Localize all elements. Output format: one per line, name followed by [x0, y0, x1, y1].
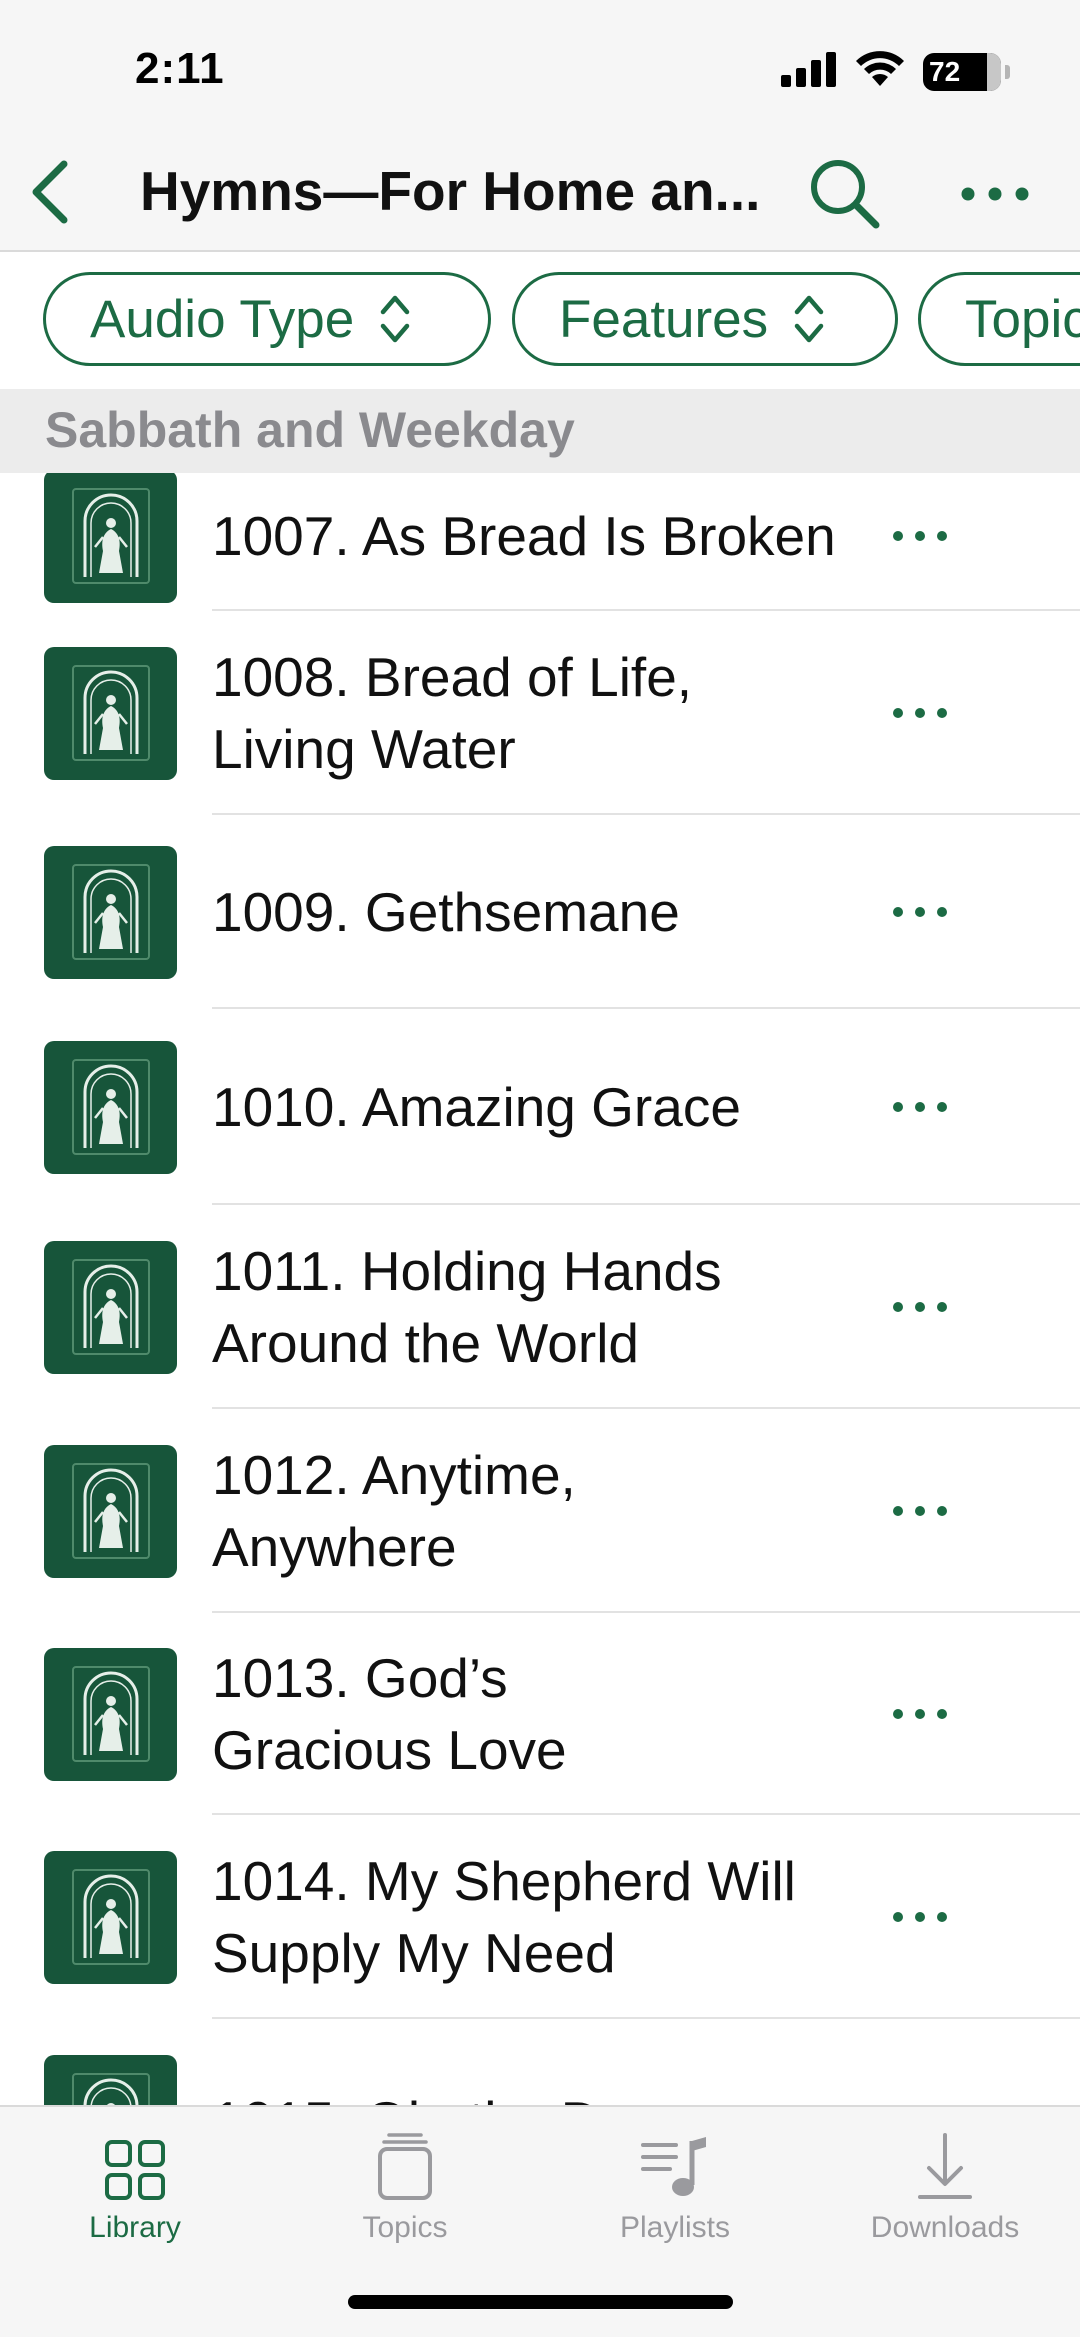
- hymn-list: 1007. As Bread Is Broken 1008. Bread of L…: [0, 473, 1080, 2105]
- grid-icon: [105, 2140, 165, 2200]
- hymn-more-button[interactable]: [880, 1267, 960, 1347]
- filter-audio-type[interactable]: Audio Type: [43, 272, 491, 366]
- hymn-thumbnail: [44, 1850, 177, 1984]
- hymn-title-line: Around the World: [212, 1312, 640, 1374]
- status-bar: 2:11 72: [0, 0, 1080, 140]
- hymn-title: 1013. God’s Gracious Love: [212, 1642, 852, 1786]
- navigation-bar: Hymns—For Home an...: [0, 140, 1080, 252]
- hymn-thumbnail: [44, 1040, 177, 1174]
- chevron-up-down-icon: [380, 290, 410, 348]
- chevron-up-down-icon: [794, 290, 824, 348]
- hymn-title-line: 1011. Holding Hands: [212, 1240, 722, 1302]
- battery-level: 72: [929, 55, 961, 87]
- filter-label: Topics: [965, 289, 1080, 349]
- ellipsis-icon: [893, 1102, 947, 1112]
- hymn-row[interactable]: 1010. Amazing Grace: [0, 1009, 1080, 1205]
- hymn-title: 1015. Oh, the Deep: [212, 2085, 852, 2105]
- hymn-more-button[interactable]: [880, 1674, 960, 1754]
- tab-label: Topics: [362, 2211, 448, 2244]
- hymn-title-line: Anywhere: [212, 1516, 457, 1578]
- filter-label: Audio Type: [90, 289, 355, 349]
- filter-label: Features: [559, 289, 769, 349]
- hymn-title-line: 1008. Bread of Life,: [212, 646, 693, 708]
- hymn-more-button[interactable]: [880, 872, 960, 952]
- ellipsis-icon: [893, 1506, 947, 1516]
- ellipsis-icon: [893, 708, 947, 718]
- more-options-button[interactable]: [955, 154, 1035, 234]
- hymn-title: 1011. Holding Hands Around the World: [212, 1235, 852, 1379]
- ellipsis-icon: [893, 1302, 947, 1312]
- status-time: 2:11: [135, 44, 225, 93]
- hymn-row[interactable]: 1013. God’s Gracious Love: [0, 1613, 1080, 1815]
- battery-icon: 72: [923, 52, 1001, 91]
- chevron-left-icon: [32, 160, 68, 224]
- hymn-thumbnail: [44, 845, 177, 979]
- download-icon: [918, 2133, 972, 2199]
- hymn-title: 1008. Bread of Life, Living Water: [212, 641, 852, 785]
- hymn-title-line: 1014. My Shepherd Will: [212, 1850, 796, 1912]
- ellipsis-icon: [893, 907, 947, 917]
- tab-library[interactable]: Library: [35, 2121, 235, 2261]
- stack-icon: [378, 2133, 432, 2200]
- hymn-more-button[interactable]: [880, 1067, 960, 1147]
- ellipsis-icon: [893, 1912, 947, 1922]
- hymn-thumbnail: [44, 1444, 177, 1578]
- page-title: Hymns—For Home an...: [140, 160, 761, 222]
- hymn-row[interactable]: 1014. My Shepherd Will Supply My Need: [0, 1815, 1080, 2019]
- hymn-row[interactable]: 1009. Gethsemane: [0, 815, 1080, 1009]
- hymn-thumbnail: [44, 2054, 177, 2105]
- section-title: Sabbath and Weekday: [45, 402, 575, 458]
- hymn-title: 1014. My Shepherd Will Supply My Need: [212, 1845, 852, 1989]
- hymn-thumbnail: [44, 1240, 177, 1374]
- tab-label: Playlists: [619, 2211, 731, 2244]
- search-button[interactable]: [805, 154, 885, 234]
- hymn-title-line: 1009. Gethsemane: [212, 881, 680, 943]
- hymn-thumbnail: [44, 1647, 177, 1781]
- tab-label: Library: [89, 2211, 181, 2244]
- hymn-title: 1012. Anytime, Anywhere: [212, 1439, 852, 1583]
- filter-features[interactable]: Features: [512, 272, 898, 366]
- hymn-more-button[interactable]: [880, 1877, 960, 1957]
- ellipsis-icon: [961, 187, 1029, 201]
- section-header: Sabbath and Weekday: [0, 389, 1080, 473]
- ellipsis-icon: [893, 531, 947, 541]
- hymn-thumbnail: [44, 473, 177, 603]
- hymn-row[interactable]: 1007. As Bread Is Broken: [0, 473, 1080, 611]
- tab-label: Downloads: [870, 2211, 1020, 2244]
- hymn-title-line: 1013. God’s: [212, 1647, 508, 1709]
- hymn-more-button[interactable]: [880, 1471, 960, 1551]
- hymn-title-line: Living Water: [212, 718, 516, 780]
- tab-playlists[interactable]: Playlists: [575, 2121, 775, 2261]
- home-indicator: [348, 2295, 733, 2309]
- hymn-title-line: Supply My Need: [212, 1922, 616, 1984]
- hymn-more-button[interactable]: [880, 673, 960, 753]
- hymn-row[interactable]: 1012. Anytime, Anywhere: [0, 1409, 1080, 1613]
- hymn-more-button[interactable]: [880, 2081, 960, 2105]
- status-icons: 72: [781, 50, 1010, 93]
- hymn-title: 1007. As Bread Is Broken: [212, 500, 852, 572]
- hymn-thumbnail: [44, 646, 177, 780]
- hymn-title-line: Gracious Love: [212, 1719, 567, 1781]
- hymn-title-line: 1010. Amazing Grace: [212, 1076, 741, 1138]
- hymn-title: 1010. Amazing Grace: [212, 1071, 852, 1143]
- music-list-icon: [641, 2137, 706, 2196]
- hymn-row[interactable]: 1011. Holding Hands Around the World: [0, 1205, 1080, 1409]
- signal-icon: [781, 51, 837, 92]
- hymn-row[interactable]: 1008. Bread of Life, Living Water: [0, 611, 1080, 815]
- search-icon: [811, 160, 880, 229]
- tab-topics[interactable]: Topics: [305, 2121, 505, 2261]
- wifi-icon: [855, 50, 905, 93]
- tab-downloads[interactable]: Downloads: [845, 2121, 1045, 2261]
- filter-topics[interactable]: Topics: [918, 272, 1080, 366]
- hymn-title-line: 1012. Anytime,: [212, 1444, 576, 1506]
- filter-row: Audio Type Features Topics: [0, 254, 1080, 389]
- ellipsis-icon: [893, 1709, 947, 1719]
- hymn-title-line: 1007. As Bread Is Broken: [212, 505, 836, 567]
- hymn-title-line: 1015. Oh, the Deep: [212, 2085, 852, 2105]
- hymn-row[interactable]: 1015. Oh, the Deep: [0, 2019, 1080, 2105]
- hymn-more-button[interactable]: [880, 496, 960, 576]
- hymn-title: 1009. Gethsemane: [212, 876, 852, 948]
- back-button[interactable]: [20, 152, 80, 232]
